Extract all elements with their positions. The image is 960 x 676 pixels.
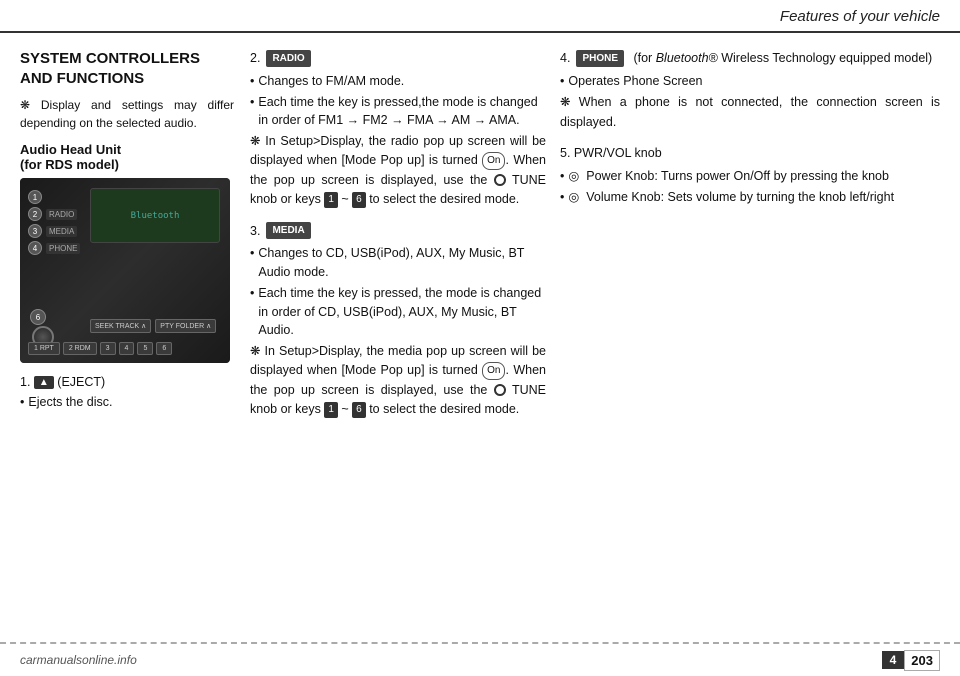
page-header: Features of your vehicle [0, 0, 960, 33]
item-3-media: 3. MEDIA Changes to CD, USB(iPod), AUX, … [250, 222, 546, 420]
panel-buttons: 1 2 RADIO 3 MEDIA 4 PHONE [28, 190, 80, 255]
main-content: SYSTEM CONTROLLERSAND FUNCTIONS ❋ Displa… [0, 33, 960, 625]
eject-bullet-1: Ejects the disc. [20, 393, 234, 412]
item-2-radio: 2. RADIO Changes to FM/AM mode. Each tim… [250, 49, 546, 210]
section-title: SYSTEM CONTROLLERSAND FUNCTIONS [20, 49, 234, 88]
pwrvol-heading: 5. PWR/VOL knob [560, 144, 940, 163]
pwrvol-bullet-2: ◎ Volume Knob: Sets volume by turning th… [560, 188, 940, 207]
tune-icon-2 [494, 384, 506, 396]
panel-bottom-btns: 1 RPT 2 RDM 3 4 5 6 [28, 342, 220, 355]
radio-header: 2. RADIO [250, 49, 546, 68]
media-badge: MEDIA [266, 222, 310, 239]
audio-panel: 1 2 RADIO 3 MEDIA 4 PHONE [20, 178, 230, 363]
media-note: ❋ In Setup>Display, the media pop up scr… [250, 342, 546, 420]
page-section: 4 [882, 651, 905, 669]
phone-note: ❋ When a phone is not connected, the con… [560, 93, 940, 132]
radio-bullet-1: Changes to FM/AM mode. [250, 72, 546, 91]
page-footer: carmanualsonline.info 4 203 [0, 642, 960, 676]
panel-btn-3: 3 MEDIA [28, 224, 80, 238]
radio-badge: RADIO [266, 50, 310, 67]
item-5-pwrvol: 5. PWR/VOL knob ◎ Power Knob: Turns powe… [560, 144, 940, 207]
media-header: 3. MEDIA [250, 222, 546, 241]
pwrvol-bullets: ◎ Power Knob: Turns power On/Off by pres… [560, 167, 940, 207]
right-column: 4. PHONE (for Bluetooth® Wireless Techno… [560, 49, 940, 615]
panel-btn-4: 4 PHONE [28, 241, 80, 255]
radio-bullet-2: Each time the key is pressed,the mode is… [250, 93, 546, 131]
sub-heading: Audio Head Unit(for RDS model) [20, 142, 234, 172]
media-bullet-1: Changes to CD, USB(iPod), AUX, My Music,… [250, 244, 546, 282]
media-bullets: Changes to CD, USB(iPod), AUX, My Music,… [250, 244, 546, 340]
radio-bullets: Changes to FM/AM mode. Each time the key… [250, 72, 546, 130]
tune-icon-1 [494, 174, 506, 186]
eject-bullets: Ejects the disc. [20, 393, 234, 412]
panel-screen: Bluetooth [90, 188, 220, 243]
media-bullet-2: Each time the key is pressed, the mode i… [250, 284, 546, 340]
item-4-phone: 4. PHONE (for Bluetooth® Wireless Techno… [560, 49, 940, 132]
left-column: SYSTEM CONTROLLERSAND FUNCTIONS ❋ Displa… [20, 49, 250, 615]
asterisk-note: ❋ Display and settings may differ depend… [20, 96, 234, 132]
eject-badge: ▲ [34, 376, 54, 389]
page-number: 4 203 [882, 650, 940, 671]
radio-note: ❋ In Setup>Display, the radio pop up scr… [250, 132, 546, 210]
panel-btn-2: 2 RADIO [28, 207, 80, 221]
phone-badge: PHONE [576, 50, 624, 68]
eject-line: 1. ▲ (EJECT) [20, 375, 234, 389]
mid-column: 2. RADIO Changes to FM/AM mode. Each tim… [250, 49, 560, 615]
audio-unit-image: 1 2 RADIO 3 MEDIA 4 PHONE [20, 178, 230, 363]
pwrvol-bullet-1: ◎ Power Knob: Turns power On/Off by pres… [560, 167, 940, 186]
panel-btn-1: 1 [28, 190, 80, 204]
footer-logo: carmanualsonline.info [20, 653, 137, 667]
item-1-eject: 1. ▲ (EJECT) Ejects the disc. [20, 375, 234, 412]
page-title: Features of your vehicle [780, 8, 940, 25]
phone-bullets: Operates Phone Screen [560, 72, 940, 91]
panel-controls: SEEK TRACK ∧ PTY FOLDER ∧ [90, 319, 220, 333]
phone-bullet-1: Operates Phone Screen [560, 72, 940, 91]
phone-header: 4. PHONE (for Bluetooth® Wireless Techno… [560, 49, 940, 68]
page-num: 203 [904, 650, 940, 671]
circle-6: 6 [30, 309, 46, 325]
